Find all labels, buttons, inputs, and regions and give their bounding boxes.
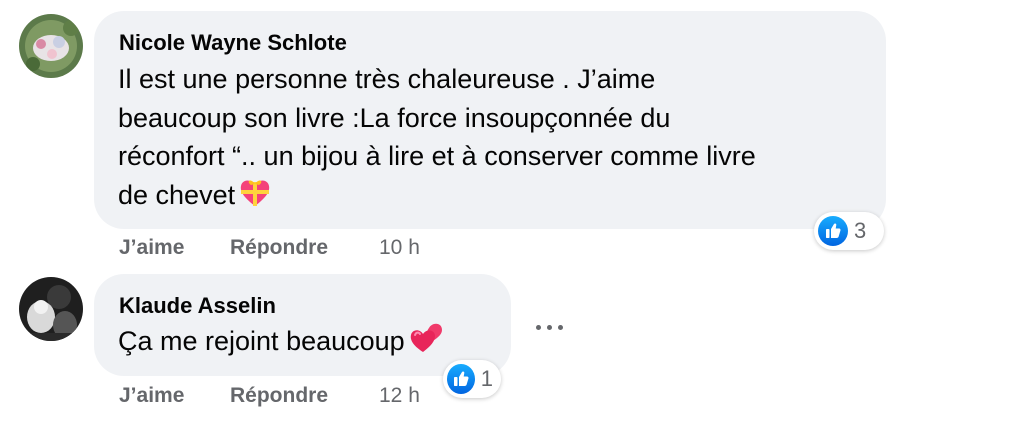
reaction-count: 3 xyxy=(854,218,867,243)
reply-button[interactable]: Répondre xyxy=(230,384,328,408)
comment-text: Il est une personne très chaleureuse . J… xyxy=(118,60,878,218)
reaction-summary[interactable]: 1 xyxy=(443,360,501,398)
like-button[interactable]: J’aime xyxy=(119,384,184,408)
comment-text-line: de chevet xyxy=(118,176,878,219)
comment-text-line: Ça me rejoint beaucoup xyxy=(118,322,498,365)
like-icon xyxy=(447,364,475,394)
comment-timestamp[interactable]: 10 h xyxy=(379,236,420,260)
reaction-count: 1 xyxy=(480,366,493,391)
comment-text-line: réconfort “.. un bijou à lire et à conse… xyxy=(118,141,756,171)
comment-timestamp[interactable]: 12 h xyxy=(379,384,420,408)
comment-text-line: Il est une personne très chaleureuse . J… xyxy=(118,64,656,94)
two-hearts-emoji xyxy=(409,322,445,365)
reaction-summary[interactable]: 3 xyxy=(814,212,884,250)
reply-button[interactable]: Répondre xyxy=(230,236,328,260)
comment-text: Ça me rejoint beaucoup xyxy=(118,322,498,365)
comment-author[interactable]: Klaude Asselin xyxy=(119,293,276,319)
like-icon xyxy=(818,216,848,246)
avatar[interactable] xyxy=(19,14,83,78)
comment-author[interactable]: Nicole Wayne Schlote xyxy=(119,30,347,56)
gift-heart-emoji xyxy=(239,178,271,219)
more-horizontal-icon[interactable] xyxy=(529,307,569,347)
avatar[interactable] xyxy=(19,277,83,341)
comment-text-line: beaucoup son livre :La force insoupçonné… xyxy=(118,102,671,133)
like-button[interactable]: J’aime xyxy=(119,236,184,260)
